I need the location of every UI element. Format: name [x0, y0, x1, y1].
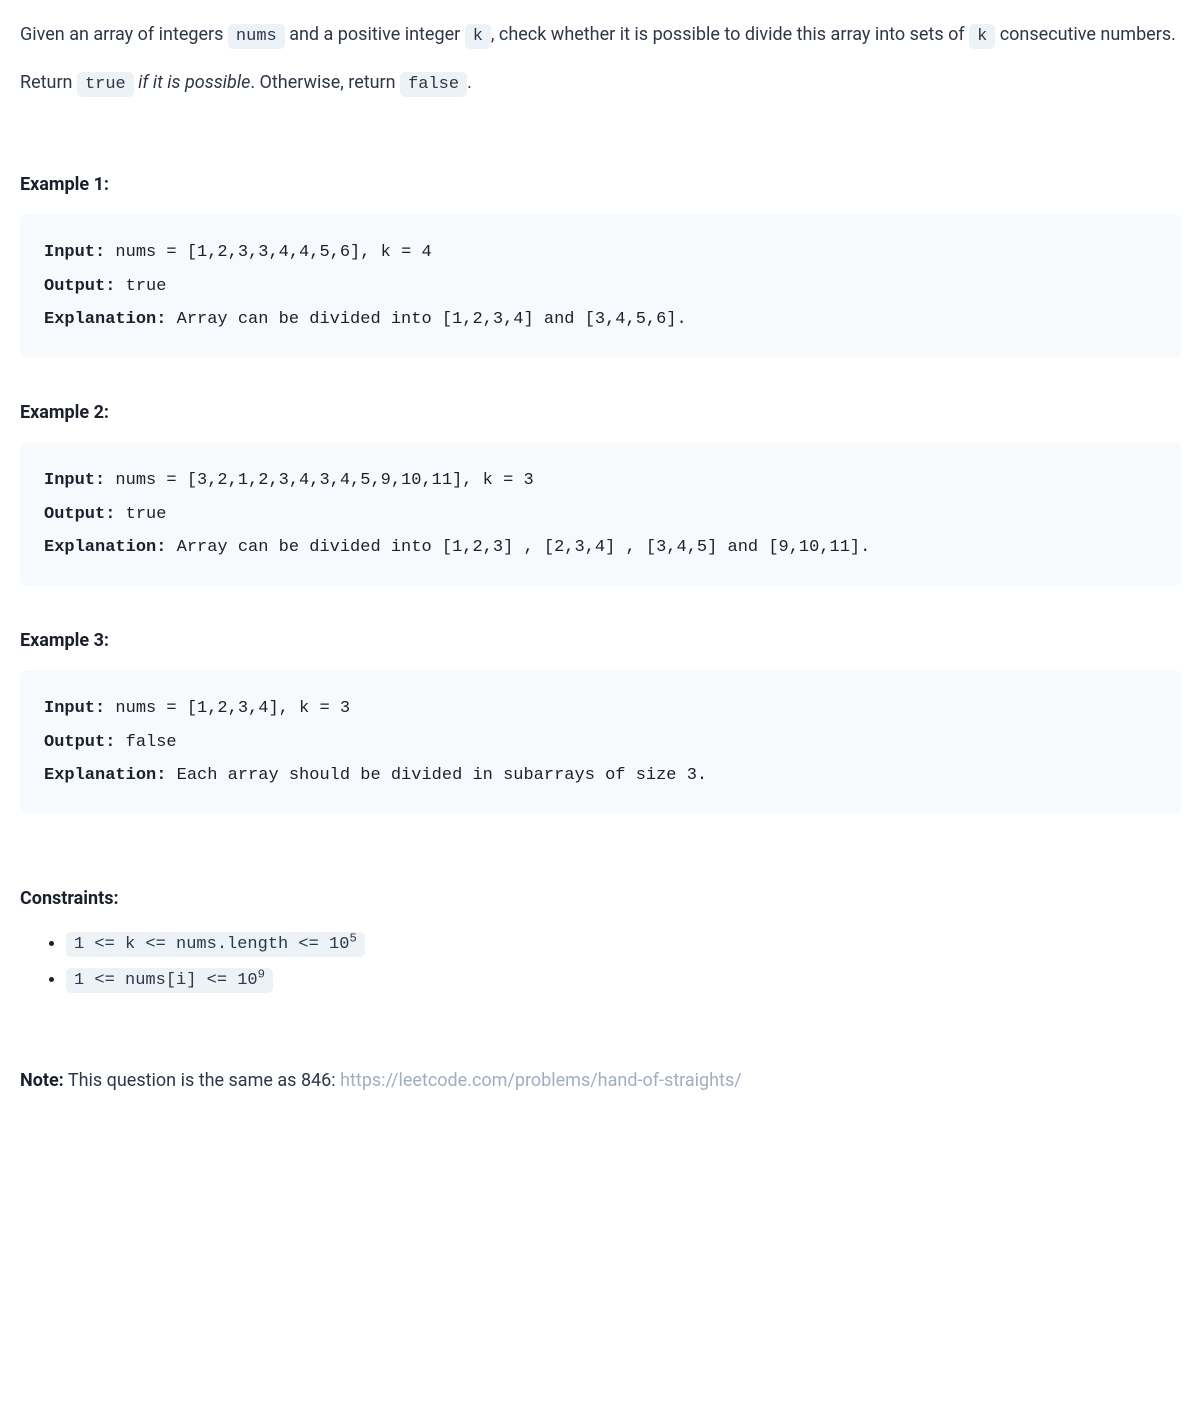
- example-1-heading: Example 1:: [20, 170, 1182, 201]
- explanation-value: Array can be divided into [1,2,3,4] and …: [166, 310, 686, 329]
- example-3-heading: Example 3:: [20, 626, 1182, 657]
- output-label: Output:: [44, 277, 115, 296]
- constraint-text: 1 <= nums[i] <= 10: [74, 971, 258, 990]
- output-value: false: [115, 733, 176, 752]
- constraint-item: 1 <= nums[i] <= 109: [66, 964, 1182, 996]
- output-value: true: [115, 505, 166, 524]
- note-label: Note:: [20, 1070, 64, 1091]
- inline-code-false: false: [400, 72, 467, 97]
- intro-text: and a positive integer: [285, 24, 465, 45]
- note-section: Note: This question is the same as 846: …: [20, 1066, 1182, 1097]
- inline-code-k: k: [465, 24, 491, 49]
- input-value: nums = [1,2,3,3,4,4,5,6], k = 4: [105, 243, 431, 262]
- explanation-label: Explanation:: [44, 538, 166, 557]
- explanation-label: Explanation:: [44, 766, 166, 785]
- intro-text: consecutive numbers.: [995, 24, 1176, 45]
- inline-code-nums: nums: [228, 24, 285, 49]
- example-3-block: Input: nums = [1,2,3,4], k = 3 Output: f…: [20, 670, 1182, 813]
- constraint-text: 1 <= k <= nums.length <= 10: [74, 935, 349, 954]
- input-label: Input:: [44, 699, 105, 718]
- note-text: This question is the same as 846:: [64, 1070, 340, 1091]
- return-text: . Otherwise, return: [250, 72, 400, 93]
- constraint-sup: 5: [349, 932, 356, 946]
- constraint-sup: 9: [258, 968, 265, 982]
- example-1-block: Input: nums = [1,2,3,3,4,4,5,6], k = 4 O…: [20, 214, 1182, 357]
- return-italic: if it is possible: [134, 72, 251, 93]
- constraints-heading: Constraints:: [20, 884, 1182, 915]
- intro-text: Given an array of integers: [20, 24, 228, 45]
- explanation-value: Each array should be divided in subarray…: [166, 766, 707, 785]
- constraint-item: 1 <= k <= nums.length <= 105: [66, 928, 1182, 960]
- constraint-code: 1 <= nums[i] <= 109: [66, 968, 273, 993]
- inline-code-true: true: [77, 72, 134, 97]
- input-label: Input:: [44, 243, 105, 262]
- intro-text: , check whether it is possible to divide…: [491, 24, 969, 45]
- output-label: Output:: [44, 505, 115, 524]
- input-label: Input:: [44, 471, 105, 490]
- constraints-list: 1 <= k <= nums.length <= 105 1 <= nums[i…: [20, 928, 1182, 996]
- return-text: .: [467, 72, 472, 93]
- explanation-value: Array can be divided into [1,2,3] , [2,3…: [166, 538, 870, 557]
- input-value: nums = [3,2,1,2,3,4,3,4,5,9,10,11], k = …: [105, 471, 533, 490]
- return-statement: Return true if it is possible. Otherwise…: [20, 68, 1182, 100]
- input-value: nums = [1,2,3,4], k = 3: [105, 699, 350, 718]
- example-2-heading: Example 2:: [20, 398, 1182, 429]
- note-link[interactable]: https://leetcode.com/problems/hand-of-st…: [340, 1070, 742, 1091]
- example-2-block: Input: nums = [3,2,1,2,3,4,3,4,5,9,10,11…: [20, 442, 1182, 585]
- return-text: Return: [20, 72, 77, 93]
- constraint-code: 1 <= k <= nums.length <= 105: [66, 932, 365, 957]
- explanation-label: Explanation:: [44, 310, 166, 329]
- output-value: true: [115, 277, 166, 296]
- problem-intro: Given an array of integers nums and a po…: [20, 20, 1182, 52]
- output-label: Output:: [44, 733, 115, 752]
- inline-code-k: k: [969, 24, 995, 49]
